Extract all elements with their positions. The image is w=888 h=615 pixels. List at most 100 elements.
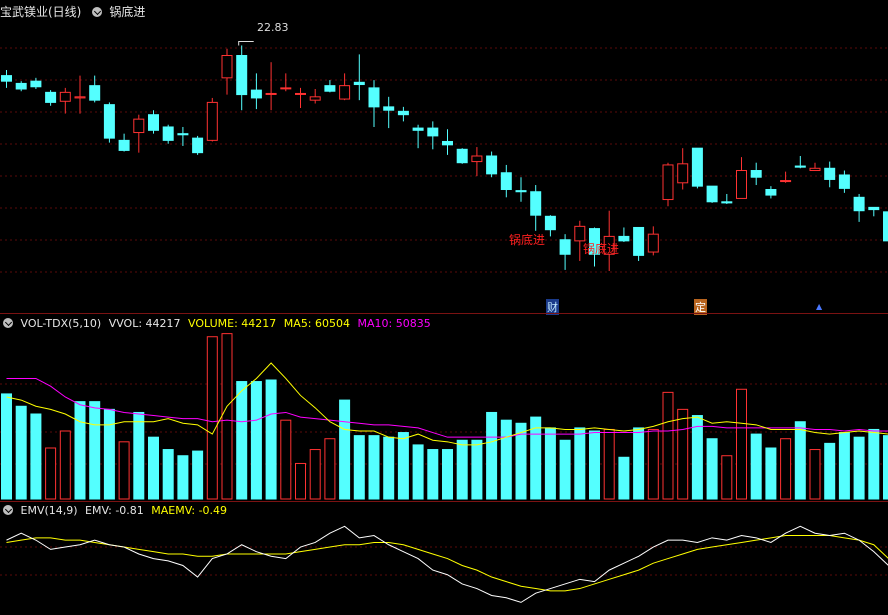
candle-body [295, 92, 306, 95]
candle-body [280, 87, 292, 90]
candle-body [677, 163, 689, 184]
volume-bar [780, 438, 792, 500]
candle-body [133, 118, 145, 134]
volume-bar [559, 439, 571, 500]
candle-body [74, 96, 86, 99]
volume-bar [368, 435, 380, 500]
volume-bar [618, 456, 630, 500]
volume-bar [309, 449, 321, 500]
volume-bar [677, 408, 689, 500]
volume-bar [427, 449, 439, 500]
high-marker-line [238, 40, 254, 46]
candle-body [736, 170, 747, 199]
candle-body [647, 233, 659, 253]
volume-bar [103, 408, 115, 500]
volume-bar [574, 427, 586, 500]
candle-body [691, 147, 703, 187]
volume-bar [162, 449, 174, 500]
candle-body [500, 172, 512, 190]
volume-bar [221, 333, 233, 500]
candle-body [236, 55, 248, 96]
candle-body [148, 114, 159, 131]
volume-bar [589, 430, 600, 500]
volume-bar [353, 435, 365, 500]
up-arrow-icon[interactable]: ▲ [816, 302, 822, 311]
volume-bar [868, 428, 880, 500]
candle-body [530, 191, 542, 216]
volume-bar [544, 427, 556, 500]
volume-bar [853, 436, 865, 500]
volume-bar [691, 415, 703, 500]
volume-bar [206, 336, 218, 500]
candle-body [162, 126, 174, 141]
volume-bar [662, 391, 674, 500]
candle-body [780, 180, 792, 183]
candle-body [471, 155, 483, 163]
candle-body [192, 137, 204, 154]
volume-bar [59, 430, 71, 500]
emv-chart [0, 525, 888, 603]
candle-body [368, 87, 380, 108]
candle-body [30, 80, 42, 88]
volume-bar [89, 401, 101, 500]
candle-body [103, 104, 115, 139]
candle-body [59, 91, 71, 102]
volume-bar [15, 405, 27, 500]
volume-bar [883, 435, 888, 500]
candle-body [809, 167, 821, 172]
candle-body [486, 155, 498, 175]
volume-bar [133, 411, 145, 500]
volume-bar [838, 432, 850, 500]
candle-body [353, 81, 365, 86]
candle-body [177, 133, 189, 136]
signal-label-1: 锅底进 [509, 233, 546, 247]
candle-body [89, 85, 101, 101]
candle-body [765, 189, 777, 196]
candle-body [442, 140, 453, 146]
candle-body [883, 211, 888, 242]
volume-bar [45, 447, 57, 500]
candle-body [383, 106, 395, 111]
volume-bar [471, 439, 483, 500]
volume-bar [633, 427, 645, 500]
candle-body [574, 225, 586, 242]
emv-line [6, 525, 888, 603]
volume-bar [809, 449, 821, 500]
candle-body [515, 190, 527, 193]
volume-bar [324, 438, 336, 500]
signal-label-2: 锅底进 [583, 242, 620, 256]
volume-bar [750, 433, 762, 500]
volume-bar [442, 449, 453, 500]
candle-body [15, 82, 27, 90]
candle-body [633, 226, 645, 256]
candle-body [706, 185, 718, 203]
candle-body [838, 174, 850, 189]
volume-bar [383, 436, 395, 500]
volume-bar [736, 388, 747, 500]
candle-body [662, 164, 674, 201]
volume-bar [794, 421, 806, 500]
candle-body [544, 215, 556, 231]
candle-body [794, 165, 806, 168]
volume-bar [280, 419, 292, 500]
candle-body [618, 235, 630, 242]
volume-bar [706, 438, 718, 500]
volume-bar [647, 428, 659, 500]
volume-bar [177, 455, 189, 500]
candle-body [1, 75, 12, 82]
candle-body [250, 89, 262, 99]
candle-body [456, 148, 468, 164]
volume-bar [397, 432, 409, 500]
candle-body [750, 170, 762, 178]
candle-body [853, 196, 865, 212]
volume-bar [148, 436, 159, 500]
volume-bar [721, 455, 733, 500]
volume-bar [412, 444, 424, 500]
candle-body [427, 127, 439, 137]
volume-bar [603, 428, 615, 500]
candle-body [206, 101, 218, 141]
volume-bar [118, 441, 130, 500]
volume-bar [1, 393, 12, 500]
candle-body [45, 91, 57, 103]
candle-body [265, 92, 277, 95]
